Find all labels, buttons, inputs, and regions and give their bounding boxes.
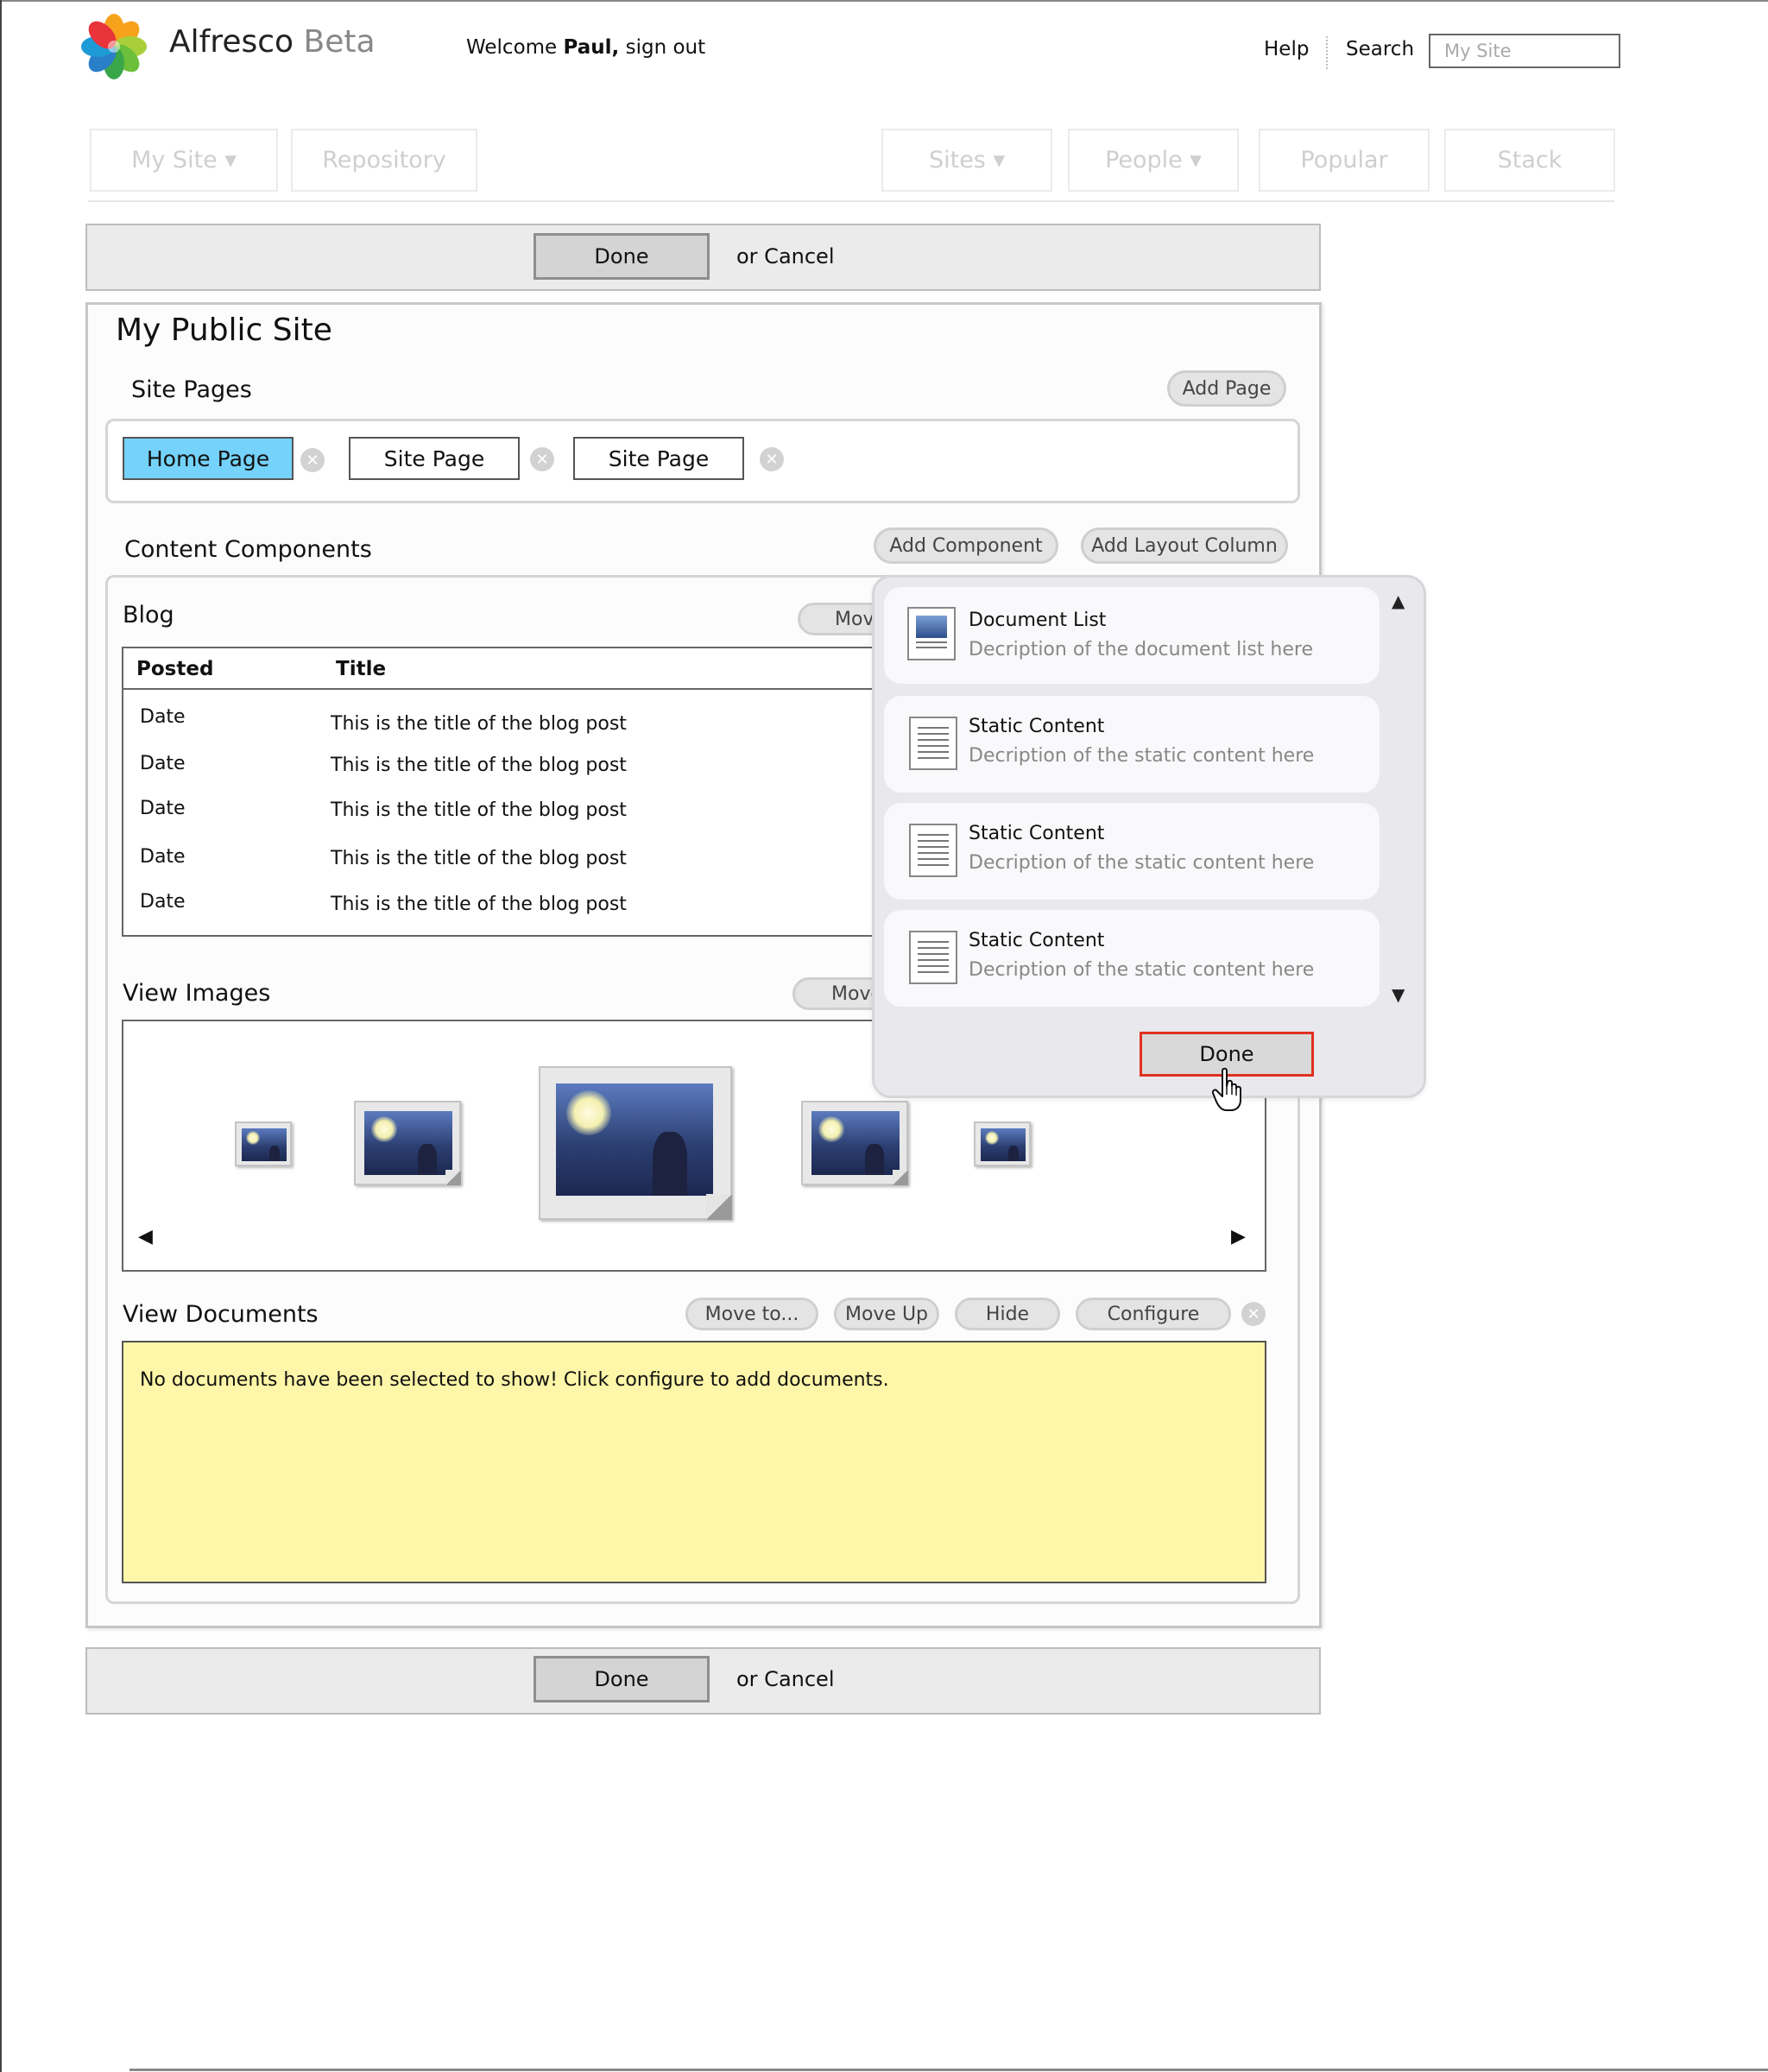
nav-tab-my-site[interactable]: My Site ▾ xyxy=(90,129,278,192)
component-option-description: Decription of the document list here xyxy=(969,639,1313,660)
page-tab-home[interactable]: Home Page xyxy=(123,437,294,480)
window-border-left xyxy=(0,0,2,2072)
view-documents-title: View Documents xyxy=(123,1301,319,1328)
no-documents-message: No documents have been selected to show!… xyxy=(140,1369,889,1391)
static-content-icon xyxy=(909,931,957,984)
scroll-up-icon[interactable]: ▲ xyxy=(1392,591,1405,611)
add-layout-column-button[interactable]: Add Layout Column xyxy=(1081,527,1288,564)
carousel-prev-icon[interactable]: ◀ xyxy=(138,1226,153,1248)
brand-suffix: Beta xyxy=(303,24,376,60)
hide-button[interactable]: Hide xyxy=(955,1298,1060,1330)
nav-tab-popular[interactable]: Popular xyxy=(1259,129,1430,192)
alfresco-logo-icon xyxy=(79,12,148,81)
top-cancel-link[interactable]: or Cancel xyxy=(736,244,834,268)
column-header-posted: Posted xyxy=(136,658,214,680)
add-page-button[interactable]: Add Page xyxy=(1167,370,1286,407)
component-option-description: Decription of the static content here xyxy=(969,852,1315,874)
brand-title: Alfresco Beta xyxy=(169,24,376,60)
welcome-prefix: Welcome xyxy=(466,36,558,59)
nav-tab-sites[interactable]: Sites ▾ xyxy=(881,129,1052,192)
blog-table-header xyxy=(122,647,875,690)
image-thumbnail[interactable] xyxy=(801,1101,908,1185)
window-border-top xyxy=(0,0,1768,2)
component-option-static-content[interactable] xyxy=(884,910,1380,1007)
page-tab-site-page-1[interactable]: Site Page xyxy=(349,437,520,480)
nav-tab-repository[interactable]: Repository xyxy=(291,129,477,192)
page-title: My Public Site xyxy=(116,313,332,348)
remove-page-icon[interactable]: ✕ xyxy=(530,447,554,471)
blog-row-title[interactable]: This is the title of the blog post xyxy=(331,848,627,869)
scroll-down-icon[interactable]: ▼ xyxy=(1392,984,1405,1005)
remove-page-icon[interactable]: ✕ xyxy=(300,448,325,472)
image-thumbnail[interactable] xyxy=(974,1121,1031,1166)
move-up-button[interactable]: Move Up xyxy=(834,1298,939,1330)
hand-cursor-icon xyxy=(1211,1067,1247,1112)
blog-row-title[interactable]: This is the title of the blog post xyxy=(331,894,627,915)
add-component-button[interactable]: Add Component xyxy=(874,527,1058,564)
static-content-icon xyxy=(909,717,957,770)
search-input[interactable]: My Site xyxy=(1429,34,1620,68)
search-link[interactable]: Search xyxy=(1346,38,1414,60)
component-option-title: Static Content xyxy=(969,823,1105,844)
nav-tab-people[interactable]: People ▾ xyxy=(1068,129,1239,192)
content-components-label: Content Components xyxy=(124,536,372,563)
site-pages-label: Site Pages xyxy=(131,376,252,403)
image-thumbnail[interactable] xyxy=(354,1101,461,1185)
column-header-title: Title xyxy=(336,658,387,680)
remove-page-icon[interactable]: ✕ xyxy=(760,447,784,471)
help-link[interactable]: Help xyxy=(1264,38,1309,60)
sign-out-link[interactable]: sign out xyxy=(626,36,706,59)
blog-row-posted: Date xyxy=(140,846,186,868)
blog-row-title[interactable]: This is the title of the blog post xyxy=(331,755,627,776)
blog-row-title[interactable]: This is the title of the blog post xyxy=(331,799,627,821)
remove-component-icon[interactable]: ✕ xyxy=(1241,1302,1266,1326)
document-list-icon xyxy=(907,607,956,660)
blog-row-posted: Date xyxy=(140,891,186,913)
configure-button[interactable]: Configure xyxy=(1076,1298,1231,1330)
window-border-bottom xyxy=(129,2069,1768,2071)
component-option-title: Static Content xyxy=(969,930,1105,951)
blog-title: Blog xyxy=(123,602,174,629)
user-name: Paul, xyxy=(563,36,620,59)
brand-name: Alfresco xyxy=(169,24,294,60)
page-tab-site-page-2[interactable]: Site Page xyxy=(573,437,744,480)
blog-row-title[interactable]: This is the title of the blog post xyxy=(331,713,627,735)
move-to-button[interactable]: Move to... xyxy=(685,1298,818,1330)
header-divider xyxy=(1326,36,1328,69)
blog-row-posted: Date xyxy=(140,753,186,774)
component-option-description: Decription of the static content here xyxy=(969,745,1315,767)
component-option-document-list[interactable] xyxy=(884,587,1380,684)
blog-row-posted: Date xyxy=(140,706,186,728)
component-option-title: Document List xyxy=(969,610,1107,631)
carousel-next-icon[interactable]: ▶ xyxy=(1231,1226,1246,1248)
image-thumbnail[interactable] xyxy=(235,1121,292,1166)
nav-tab-stack[interactable]: Stack xyxy=(1444,129,1615,192)
component-option-description: Decription of the static content here xyxy=(969,959,1315,981)
view-images-title: View Images xyxy=(123,980,271,1007)
top-done-button[interactable]: Done xyxy=(534,233,710,280)
nav-underline xyxy=(88,200,1614,202)
component-option-static-content[interactable] xyxy=(884,696,1380,793)
blog-row-posted: Date xyxy=(140,798,186,819)
component-option-static-content[interactable] xyxy=(884,803,1380,900)
image-thumbnail-selected[interactable] xyxy=(539,1066,732,1220)
bottom-done-button[interactable]: Done xyxy=(534,1656,710,1702)
welcome-message: Welcome Paul, sign out xyxy=(466,36,705,59)
component-option-title: Static Content xyxy=(969,716,1105,737)
static-content-icon xyxy=(909,824,957,877)
bottom-cancel-link[interactable]: or Cancel xyxy=(736,1667,834,1691)
